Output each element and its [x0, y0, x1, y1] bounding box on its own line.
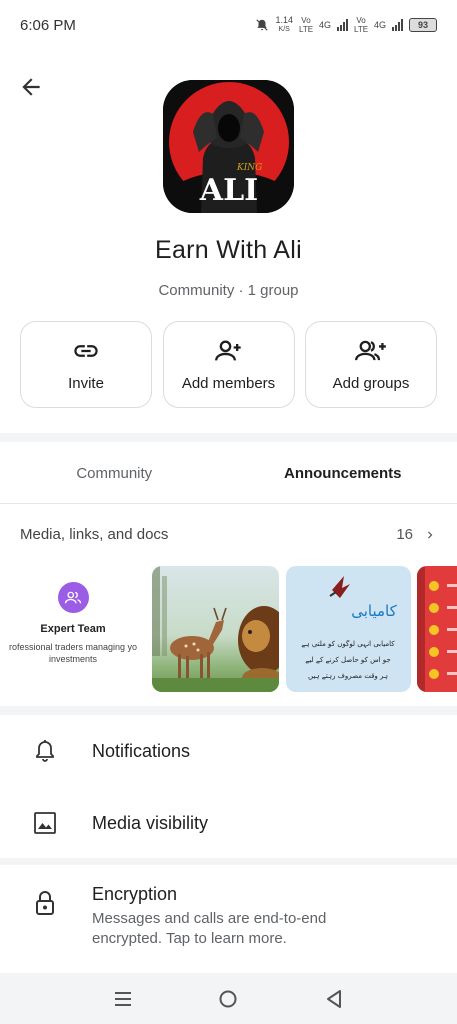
svg-text:کامیابی: کامیابی	[351, 602, 397, 620]
group-card-name: Expert Team	[40, 623, 106, 635]
battery-icon: 93	[409, 18, 437, 32]
media-item-image[interactable]: کامیابی کامیابی انہی لوگوں کو ملتی ہے جو…	[286, 566, 411, 692]
sim2-lte: Vo LTE	[353, 16, 369, 34]
arrow-left-icon	[22, 78, 40, 96]
lock-icon	[36, 891, 54, 915]
system-back-button[interactable]	[314, 979, 354, 1019]
deer-lion-image	[152, 566, 279, 692]
group-card-description: rofessional traders managing yo investme…	[8, 642, 138, 664]
encryption-description: Messages and calls are end-to-end encryp…	[92, 910, 327, 947]
status-bar: 6:06 PM 1.14 K/S Vo LTE 4G Vo LTE 4G 93	[0, 0, 457, 50]
avatar-image: KING ALI	[163, 80, 294, 213]
media-visibility-row[interactable]: Media visibility	[0, 800, 457, 846]
signal-icon	[336, 19, 348, 31]
encryption-title: Encryption	[92, 884, 178, 904]
recents-button[interactable]	[103, 979, 143, 1019]
sim1-lte: Vo LTE	[298, 16, 314, 34]
add-groups-button[interactable]: Add groups	[305, 321, 437, 408]
bell-icon	[36, 740, 54, 762]
back-button[interactable]	[16, 72, 46, 102]
media-links-docs-row[interactable]: Media, links, and docs 16	[20, 526, 437, 543]
encryption-row[interactable]: Encryption Messages and calls are end-to…	[0, 884, 457, 954]
svg-text:جو اس کو حاصل کرنے کے لیے: جو اس کو حاصل کرنے کے لیے	[305, 656, 390, 664]
home-button[interactable]	[208, 979, 248, 1019]
svg-text:ہر وقت مصروف رہتے ہیں: ہر وقت مصروف رہتے ہیں	[308, 672, 388, 680]
sim2-gen: 4G	[373, 20, 386, 30]
home-icon	[219, 990, 237, 1007]
svg-text:KING: KING	[236, 163, 262, 173]
person-add-icon	[214, 340, 241, 361]
svg-text:کامیابی انہی لوگوں کو ملتی ہے: کامیابی انہی لوگوں کو ملتی ہے	[301, 639, 395, 648]
media-visibility-label: Media visibility	[92, 812, 209, 833]
notifications-row[interactable]: Notifications	[0, 728, 457, 774]
mute-icon	[256, 19, 269, 31]
page-title: Earn With Ali	[154, 236, 302, 264]
add-members-label: Add members	[181, 375, 276, 392]
action-buttons: Invite Add members Add groups	[20, 321, 437, 408]
media-strip: Expert Team rofessional traders managing…	[0, 566, 457, 692]
image-icon	[34, 812, 56, 834]
back-icon	[327, 989, 342, 1008]
status-icons: 1.14 K/S Vo LTE 4G Vo LTE 4G 93	[255, 16, 437, 34]
group-icon	[64, 591, 82, 603]
invite-label: Invite	[68, 375, 104, 392]
invite-button[interactable]: Invite	[20, 321, 152, 408]
section-divider	[0, 433, 457, 442]
sim1-gen: 4G	[318, 20, 331, 30]
media-count: 16	[396, 526, 413, 543]
section-divider	[0, 858, 457, 865]
group-add-icon	[355, 340, 386, 361]
tab-announcements[interactable]: Announcements	[229, 444, 457, 503]
system-nav-bar	[0, 973, 457, 1024]
net-speed: 1.14 K/S	[275, 15, 293, 34]
add-groups-label: Add groups	[332, 375, 410, 392]
chevron-right-icon	[428, 531, 433, 538]
svg-text:ALI: ALI	[199, 173, 258, 208]
tab-community[interactable]: Community	[0, 444, 229, 503]
group-avatar	[57, 582, 89, 613]
red-list-image	[417, 566, 457, 692]
community-avatar[interactable]: KING ALI	[163, 80, 294, 213]
media-item-image[interactable]	[152, 566, 279, 692]
section-divider	[0, 706, 457, 715]
media-label: Media, links, and docs	[20, 526, 169, 543]
signal-icon	[392, 19, 403, 31]
notifications-label: Notifications	[92, 740, 191, 761]
media-item-group-card[interactable]: Expert Team rofessional traders managing…	[0, 566, 146, 692]
urdu-quote-image: کامیابی کامیابی انہی لوگوں کو ملتی ہے جو…	[301, 576, 398, 680]
link-icon	[74, 345, 98, 357]
menu-icon	[114, 991, 131, 1006]
tab-bar: Community Announcements	[0, 444, 457, 504]
media-item-image[interactable]	[417, 566, 457, 692]
community-subtitle: Community · 1 group	[158, 282, 299, 299]
add-members-button[interactable]: Add members	[162, 321, 295, 408]
status-time: 6:06 PM	[20, 16, 76, 34]
